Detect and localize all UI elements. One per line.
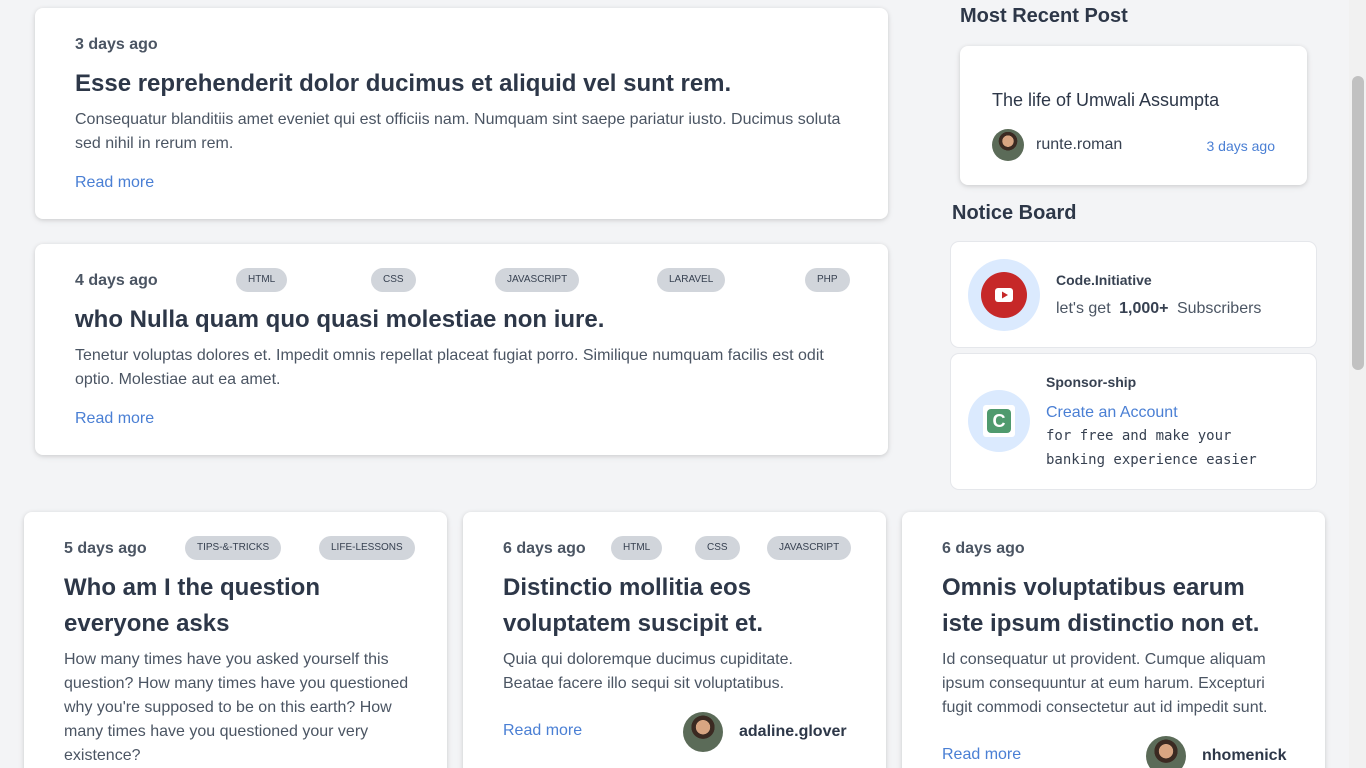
recent-post-author[interactable]: runte.roman	[1036, 136, 1122, 154]
sponsor-title: Sponsor-ship	[1046, 374, 1137, 390]
post-time: 5 days ago	[64, 540, 147, 557]
notice-youtube-card[interactable]: Code.Initiative let's get 1,000+ Subscri…	[951, 242, 1316, 347]
youtube-play-icon	[995, 288, 1013, 302]
post-card: 5 days ago TIPS-&-TRICKS LIFE-LESSONS Wh…	[24, 512, 447, 768]
tag-javascript[interactable]: JAVASCRIPT	[767, 536, 852, 560]
sponsor-text-line2: banking experience easier	[1046, 452, 1257, 468]
avatar	[992, 129, 1024, 161]
youtube-icon-bg	[968, 259, 1040, 331]
author-name[interactable]: nhomenick	[1202, 747, 1286, 765]
post-time: 6 days ago	[503, 540, 586, 557]
post-card: 6 days ago HTML CSS JAVASCRIPT Distincti…	[463, 512, 886, 768]
post-excerpt: How many times have you asked yourself t…	[64, 651, 409, 764]
recent-post-title[interactable]: The life of Umwali Assumpta	[992, 90, 1219, 111]
post-title[interactable]: Esse reprehenderit dolor ducimus et aliq…	[75, 70, 865, 98]
subscribe-suffix: Subscribers	[1176, 300, 1262, 317]
subscribe-count: 1,000+	[1119, 300, 1169, 317]
tag-html[interactable]: HTML	[611, 536, 663, 560]
sponsor-text-line1: for free and make your	[1046, 428, 1232, 444]
post-excerpt: Consequatur blanditiis amet eveniet qui …	[75, 111, 841, 152]
scrollbar-thumb[interactable]	[1352, 76, 1364, 370]
tag-laravel[interactable]: LARAVEL	[657, 268, 726, 292]
notice-board-heading: Notice Board	[952, 202, 1077, 224]
author-avatar[interactable]	[683, 712, 723, 752]
read-more-link[interactable]: Read more	[503, 722, 582, 740]
subscribe-prefix: let's get	[1056, 300, 1111, 317]
recent-post-time: 3 days ago	[1206, 138, 1276, 154]
scrollbar-track[interactable]	[1349, 0, 1366, 768]
tag-tips-tricks[interactable]: TIPS-&-TRICKS	[185, 536, 282, 560]
recent-post-card[interactable]: The life of Umwali Assumpta runte.roman …	[960, 46, 1307, 185]
post-title[interactable]: who Nulla quam quo quasi molestiae non i…	[75, 306, 865, 334]
sponsor-icon-bg: C	[968, 390, 1030, 452]
post-time: 3 days ago	[75, 36, 158, 53]
post-title[interactable]: Omnis voluptatibus earum iste ipsum dist…	[942, 570, 1292, 642]
post-excerpt: Id consequatur ut provident. Cumque aliq…	[942, 651, 1268, 716]
notice-channel-name[interactable]: Code.Initiative	[1056, 272, 1152, 288]
post-title[interactable]: Distinctio mollitia eos voluptatem susci…	[503, 570, 843, 642]
youtube-icon	[981, 272, 1027, 318]
tag-life-lessons[interactable]: LIFE-LESSONS	[319, 536, 415, 560]
sponsor-logo-icon: C	[983, 405, 1015, 437]
tag-html[interactable]: HTML	[236, 268, 288, 292]
post-excerpt: Quia qui doloremque ducimus cupiditate. …	[503, 651, 793, 692]
tag-javascript[interactable]: JAVASCRIPT	[495, 268, 580, 292]
read-more-link[interactable]: Read more	[75, 410, 154, 428]
post-card: 4 days ago HTML CSS JAVASCRIPT LARAVEL P…	[35, 244, 888, 455]
post-title[interactable]: Who am I the question everyone asks	[64, 570, 404, 642]
most-recent-heading: Most Recent Post	[960, 5, 1128, 27]
notice-sponsor-card: C Sponsor-ship Create an Account for fre…	[951, 354, 1316, 489]
post-excerpt: Tenetur voluptas dolores et. Impedit omn…	[75, 347, 824, 388]
read-more-link[interactable]: Read more	[75, 174, 154, 192]
notice-subscribe-text: let's get 1,000+ Subscribers	[1056, 300, 1261, 318]
tag-css[interactable]: CSS	[695, 536, 740, 560]
post-card: 6 days ago Omnis voluptatibus earum iste…	[902, 512, 1325, 768]
tag-css[interactable]: CSS	[371, 268, 416, 292]
tag-php[interactable]: PHP	[805, 268, 850, 292]
post-time: 4 days ago	[75, 272, 158, 289]
author-name[interactable]: adaline.glover	[739, 723, 847, 741]
post-card: 3 days ago Esse reprehenderit dolor duci…	[35, 8, 888, 219]
post-time: 6 days ago	[942, 540, 1025, 557]
create-account-link[interactable]: Create an Account	[1046, 404, 1178, 422]
author-avatar[interactable]	[1146, 736, 1186, 768]
read-more-link[interactable]: Read more	[942, 746, 1021, 764]
